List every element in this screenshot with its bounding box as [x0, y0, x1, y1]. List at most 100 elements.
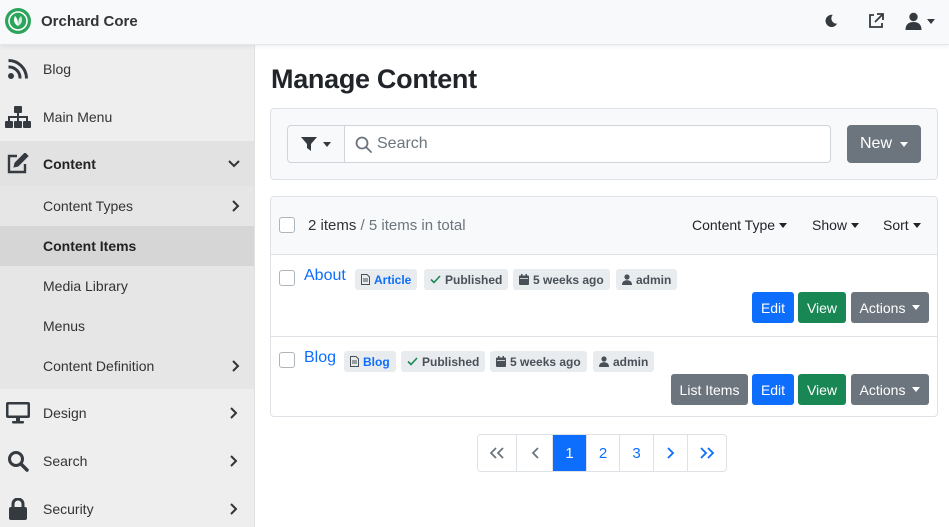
sidebar-item-label: Content Types — [43, 198, 134, 214]
show-dropdown[interactable]: Show — [812, 217, 860, 233]
pagination: 1 2 3 — [477, 434, 727, 472]
caret-down-icon — [912, 305, 921, 310]
sidebar-item-security[interactable]: Security — [0, 485, 254, 527]
chevron-down-icon — [228, 158, 240, 170]
sidebar-item-label: Content — [43, 155, 96, 172]
page-number: 1 — [565, 444, 574, 462]
caret-down-icon — [912, 387, 921, 392]
select-all-checkbox[interactable] — [279, 217, 295, 233]
actions-dropdown-button[interactable]: Actions — [851, 292, 929, 323]
new-button-label: New — [859, 135, 892, 152]
double-chevron-left-icon — [489, 447, 504, 459]
item-checkbox[interactable] — [279, 270, 295, 286]
caret-down-icon — [851, 222, 860, 228]
first-page-button[interactable] — [478, 435, 517, 471]
content-type-label: Content Type — [692, 217, 776, 233]
edit-button-label: Edit — [760, 299, 786, 316]
content-type-dropdown[interactable]: Content Type — [692, 217, 788, 233]
show-label: Show — [812, 217, 848, 233]
chevron-right-icon — [232, 200, 240, 212]
status-badge: Published — [424, 269, 509, 290]
filter-dropdown-button[interactable] — [287, 125, 345, 163]
rss-icon — [5, 56, 31, 82]
page-3-button[interactable]: 3 — [620, 435, 654, 471]
actions-button-label: Actions — [859, 299, 906, 316]
actions-dropdown-button[interactable]: Actions — [851, 374, 929, 405]
caret-down-icon — [900, 141, 908, 147]
sidebar-item-label: Content Definition — [43, 358, 155, 374]
content-type-badge: Article — [355, 269, 418, 290]
sort-dropdown[interactable]: Sort — [883, 217, 921, 233]
sort-label: Sort — [883, 217, 909, 233]
edit-button[interactable]: Edit — [752, 374, 794, 405]
filter-icon — [301, 137, 317, 151]
content-items-list: 2 items / 5 items in total Content Type … — [270, 196, 938, 417]
sidebar-item-label: Design — [43, 405, 87, 421]
new-content-button[interactable]: New — [847, 125, 921, 163]
sidebar-item-design[interactable]: Design — [0, 389, 254, 437]
chevron-right-icon — [666, 447, 674, 459]
edit-icon — [5, 151, 31, 177]
sidebar-item-blog[interactable]: Blog — [0, 45, 254, 93]
page-1-button[interactable]: 1 — [553, 435, 587, 471]
list-item: Blog Blog Published 5 weeks ago admin Li… — [271, 338, 937, 416]
item-checkbox[interactable] — [279, 352, 295, 368]
user-icon — [622, 274, 632, 285]
file-icon — [350, 356, 359, 367]
orchard-logo-icon — [5, 8, 31, 34]
user-icon — [905, 12, 922, 30]
moon-icon[interactable] — [823, 10, 839, 32]
actions-button-label: Actions — [859, 381, 906, 398]
page-number: 2 — [598, 444, 608, 462]
sidebar: Blog Main Menu Content Content Types Con… — [0, 45, 255, 527]
sidebar-item-main-menu[interactable]: Main Menu — [0, 93, 254, 141]
items-count-label: 2 items — [308, 217, 357, 234]
item-title-link[interactable]: About — [304, 267, 346, 285]
item-title-link[interactable]: Blog — [304, 349, 336, 367]
sidebar-item-menus[interactable]: Menus — [0, 306, 254, 346]
sidebar-item-content-types[interactable]: Content Types — [0, 186, 254, 226]
top-navbar: Orchard Core — [0, 0, 949, 45]
user-menu-button[interactable] — [901, 10, 939, 32]
view-button-label: View — [806, 299, 838, 316]
list-item: About Article Published 5 weeks ago admi… — [271, 255, 937, 337]
sidebar-item-content[interactable]: Content — [0, 141, 254, 186]
items-count: 2 items / 5 items in total — [308, 217, 466, 234]
next-page-button[interactable] — [654, 435, 688, 471]
file-icon — [361, 274, 370, 285]
monitor-icon — [5, 400, 31, 426]
sidebar-item-content-definition[interactable]: Content Definition — [0, 346, 254, 386]
sidebar-item-media-library[interactable]: Media Library — [0, 266, 254, 306]
sidebar-item-label: Main Menu — [43, 109, 113, 125]
edit-button[interactable]: Edit — [752, 292, 794, 323]
sidebar-item-search[interactable]: Search — [0, 437, 254, 485]
list-items-button[interactable]: List Items — [671, 374, 748, 405]
content-type-badge: Blog — [344, 351, 396, 372]
sitemap-icon — [5, 104, 31, 130]
content-type-label: Blog — [363, 354, 390, 369]
modified-label: 5 weeks ago — [510, 354, 581, 369]
edit-button-label: Edit — [760, 381, 786, 398]
list-header: 2 items / 5 items in total Content Type … — [271, 197, 937, 255]
brand[interactable]: Orchard Core — [5, 7, 138, 35]
view-button[interactable]: View — [798, 374, 846, 405]
external-link-icon[interactable] — [866, 10, 886, 32]
chevron-left-icon — [531, 447, 539, 459]
page-2-button[interactable]: 2 — [587, 435, 620, 471]
view-button[interactable]: View — [798, 292, 846, 323]
chevron-right-icon — [228, 455, 240, 467]
sidebar-item-label: Content Items — [43, 238, 137, 254]
content-type-label: Article — [374, 272, 412, 287]
status-badge: Published — [401, 351, 486, 372]
search-field — [344, 125, 831, 163]
previous-page-button[interactable] — [517, 435, 553, 471]
sidebar-item-content-items[interactable]: Content Items — [0, 226, 254, 266]
search-icon — [5, 448, 31, 474]
last-page-button[interactable] — [688, 435, 726, 471]
calendar-icon — [519, 274, 529, 285]
modified-badge: 5 weeks ago — [490, 351, 587, 372]
search-input[interactable] — [377, 126, 817, 162]
caret-down-icon — [912, 222, 921, 228]
caret-down-icon — [323, 141, 331, 147]
modified-badge: 5 weeks ago — [513, 269, 610, 290]
